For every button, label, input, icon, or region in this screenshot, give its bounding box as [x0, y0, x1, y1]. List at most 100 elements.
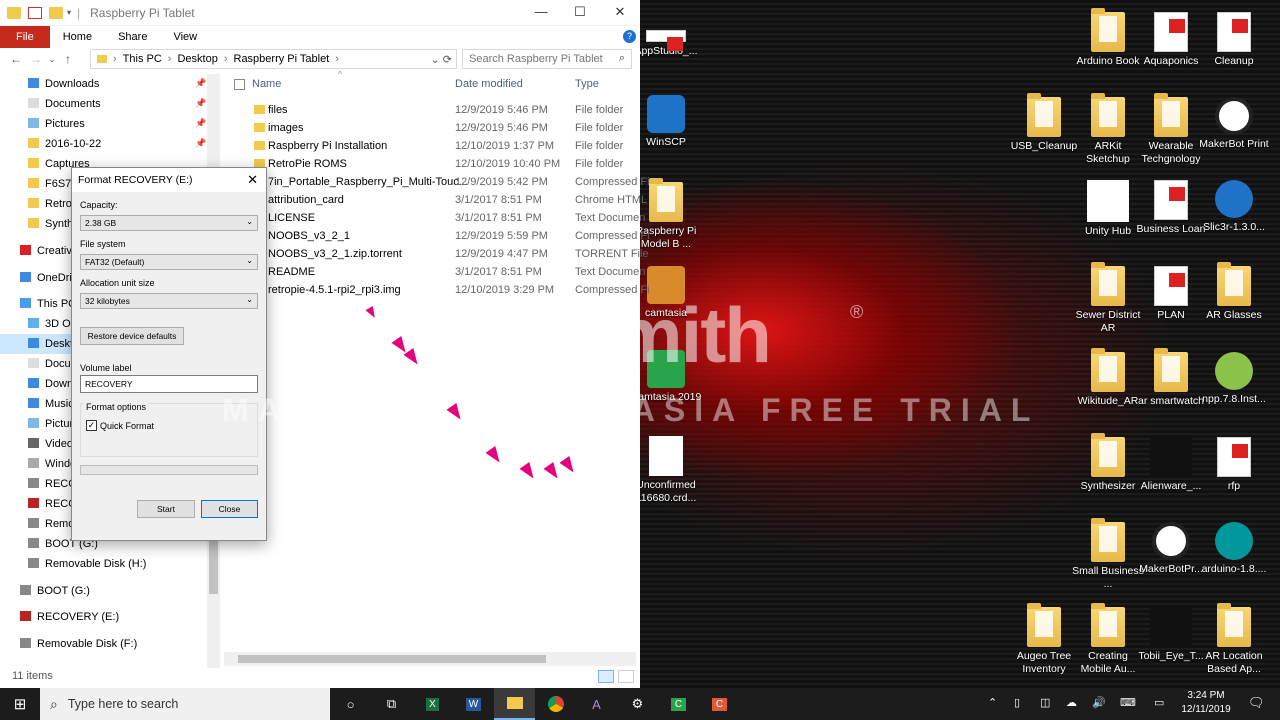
- camtasia-icon[interactable]: C: [658, 688, 699, 720]
- chrome-icon[interactable]: [535, 688, 576, 720]
- close-button[interactable]: ✕: [600, 4, 640, 20]
- pin-icon[interactable]: 📌: [195, 98, 206, 109]
- desktop-icon-sewer-district[interactable]: Sewer District AR: [1072, 262, 1144, 335]
- notifications-icon[interactable]: 🗨: [1248, 695, 1265, 711]
- network-icon[interactable]: ◫: [1040, 696, 1050, 709]
- display-icon[interactable]: ▭: [1154, 696, 1164, 709]
- cortana-icon[interactable]: ○: [330, 688, 371, 720]
- tab-home[interactable]: Home: [50, 26, 105, 48]
- desktop-icon-winscp[interactable]: WinSCP: [640, 95, 702, 149]
- file-row[interactable]: Raspberry Pi Installation 12/10/2019 1:37…: [220, 137, 640, 155]
- taskbar-search[interactable]: ⌕ Type here to search: [40, 688, 330, 720]
- start-button[interactable]: Start: [137, 500, 195, 518]
- tab-share[interactable]: Share: [105, 26, 160, 48]
- desktop-icon-cleanup[interactable]: Cleanup: [1198, 12, 1270, 68]
- search-box[interactable]: Search Raspberry Pi Tablet ⌕: [462, 49, 632, 69]
- column-header-name[interactable]: Name: [252, 78, 281, 90]
- quick-format-checkbox[interactable]: ✓: [86, 420, 97, 431]
- word-icon[interactable]: W: [453, 688, 494, 720]
- clock[interactable]: 3:24 PM 12/11/2019: [1175, 689, 1237, 717]
- nav-item-recovery-e[interactable]: RECOVERY (E:): [20, 607, 119, 627]
- file-row[interactable]: NOOBS_v3_2_1.zip.torrent 12/9/2019 4:47 P…: [220, 245, 649, 263]
- nav-item-pictures[interactable]: Pictures: [28, 114, 85, 134]
- onedrive-icon[interactable]: ☁: [1066, 696, 1077, 709]
- pin-icon[interactable]: 📌: [195, 138, 206, 149]
- forward-button[interactable]: →: [26, 52, 46, 66]
- breadcrumb-desktop[interactable]: Desktop: [177, 53, 217, 65]
- nav-item-videos[interactable]: Video: [28, 434, 73, 454]
- file-row[interactable]: attribution_card 3/1/2017 8:51 PM Chrome H…: [220, 191, 647, 209]
- camtasia-recorder-icon[interactable]: C: [699, 688, 740, 720]
- up-button[interactable]: ↑: [58, 52, 78, 66]
- search-icon[interactable]: ⌕: [619, 52, 625, 65]
- nav-item-2016-10-22[interactable]: 2016-10-22: [28, 134, 101, 154]
- nav-item-downloads[interactable]: Downloads: [28, 74, 99, 94]
- pin-icon[interactable]: 📌: [195, 78, 206, 89]
- desktop-icon-npp[interactable]: npp.7.8.Inst...: [1198, 352, 1270, 406]
- breadcrumb-raspberry-pi-tablet[interactable]: Raspberry Pi Tablet: [234, 53, 330, 65]
- properties-icon[interactable]: [28, 6, 42, 19]
- file-row[interactable]: NOOBS_v3_2_1 12/9/2019 5:59 PM Compressed …: [220, 227, 650, 245]
- settings-icon[interactable]: ⚙: [617, 688, 658, 720]
- maximize-button[interactable]: ☐: [560, 4, 600, 20]
- chevron-down-icon[interactable]: ▾: [67, 8, 71, 17]
- nav-item-retrof[interactable]: Retrof: [28, 194, 75, 214]
- nav-item-this-pc[interactable]: This PC: [20, 294, 76, 314]
- desktop-icon-arduino-book[interactable]: Arduino Book: [1072, 8, 1144, 68]
- nav-item-3d-objects[interactable]: 3D Ob: [28, 314, 77, 334]
- recent-locations-icon[interactable]: ⌄: [46, 55, 58, 64]
- nav-item-boot-g-root[interactable]: BOOT (G:): [20, 581, 90, 601]
- nav-item-removable-f[interactable]: Removable Disk (F:): [20, 634, 137, 654]
- tab-file[interactable]: File: [0, 26, 50, 48]
- desktop-icon-aquaponics[interactable]: Aquaponics: [1135, 12, 1207, 68]
- nav-item-removable-h[interactable]: Removable Disk (H:): [28, 554, 146, 574]
- show-hidden-icons-icon[interactable]: ⌃: [988, 696, 997, 709]
- large-icons-view-icon[interactable]: [618, 670, 634, 683]
- new-folder-icon[interactable]: [49, 6, 63, 19]
- capacity-select[interactable]: 2.38 GB ⌄: [80, 215, 258, 231]
- nav-item-documents[interactable]: Documents: [28, 94, 101, 114]
- desktop-icon-ar-location[interactable]: AR Location Based Ap...: [1198, 603, 1270, 676]
- task-view-icon[interactable]: ⧉: [371, 688, 412, 720]
- nav-item-documents-pc[interactable]: Docu: [28, 354, 71, 374]
- address-bar[interactable]: › This PC › Desktop › Raspberry Pi Table…: [90, 49, 457, 69]
- usb-icon[interactable]: ▯: [1014, 696, 1020, 709]
- keyboard-icon[interactable]: ⌨: [1120, 696, 1136, 709]
- desktop-icon-makerbot-print[interactable]: MakerBot Print: [1198, 97, 1270, 151]
- file-row[interactable]: 7in_Portable_Raspberry_Pi_Multi-Touc... 1…: [220, 173, 650, 191]
- desktop-icon-augeo[interactable]: Augeo Tree Inventory: [1008, 603, 1080, 676]
- visual-studio-icon[interactable]: A: [576, 688, 617, 720]
- desktop-icon-makerbot-pr[interactable]: MakerBotPr...: [1135, 522, 1207, 576]
- help-icon[interactable]: ?: [623, 30, 636, 43]
- desktop-icon-ar-smartwatch[interactable]: ar smartwatch: [1135, 348, 1207, 408]
- allocation-select[interactable]: 32 kilobytes ⌄: [80, 293, 258, 309]
- column-header-type[interactable]: Type: [575, 78, 599, 90]
- excel-icon[interactable]: X: [412, 688, 453, 720]
- file-row[interactable]: retropie-4.5.1-rpi2_rpi3.img 12/10/2019 3…: [220, 281, 650, 299]
- desktop-icon-wearable[interactable]: Wearable Techgnology: [1135, 93, 1207, 166]
- desktop-icon-unity-hub[interactable]: Unity Hub: [1072, 180, 1144, 238]
- volume-icon[interactable]: 🔊: [1092, 696, 1106, 709]
- desktop-icon-arduino[interactable]: arduino-1.8....: [1198, 522, 1270, 576]
- desktop-icon-unconfirmed[interactable]: Unconfirmed 116680.crd...: [640, 436, 702, 505]
- file-row[interactable]: README 3/1/2017 8:51 PM Text Documen: [220, 263, 645, 281]
- desktop-icon-wikitude[interactable]: Wikitude_AR: [1072, 348, 1144, 408]
- minimize-button[interactable]: —: [521, 4, 561, 19]
- file-explorer-icon[interactable]: [494, 688, 535, 720]
- close-button[interactable]: Close: [201, 500, 258, 518]
- volume-label-input[interactable]: RECOVERY: [80, 375, 258, 393]
- desktop-icon-plan[interactable]: PLAN: [1135, 266, 1207, 322]
- desktop-icon-arkit[interactable]: ARKit Sketchup: [1072, 93, 1144, 166]
- back-button[interactable]: ←: [6, 52, 26, 66]
- file-row[interactable]: images 12/9/2019 5:46 PM File folder: [220, 119, 640, 137]
- file-row[interactable]: LICENSE 3/1/2017 8:51 PM Text Documen: [220, 209, 645, 227]
- desktop-icon-business-loan[interactable]: Business Loan: [1135, 180, 1207, 236]
- select-all-checkbox[interactable]: [234, 79, 245, 90]
- horizontal-scrollbar[interactable]: [224, 652, 636, 666]
- column-header-date[interactable]: Date modified: [455, 78, 523, 90]
- nav-item-music[interactable]: Music: [28, 394, 74, 414]
- desktop-icon-small-business[interactable]: Small Business ...: [1072, 518, 1144, 591]
- desktop-icon-creating-mobile[interactable]: Creating Mobile Au...: [1072, 603, 1144, 676]
- breadcrumb-this-pc[interactable]: This PC: [123, 53, 162, 65]
- desktop-icon-ar-glasses[interactable]: AR Glasses: [1198, 262, 1270, 322]
